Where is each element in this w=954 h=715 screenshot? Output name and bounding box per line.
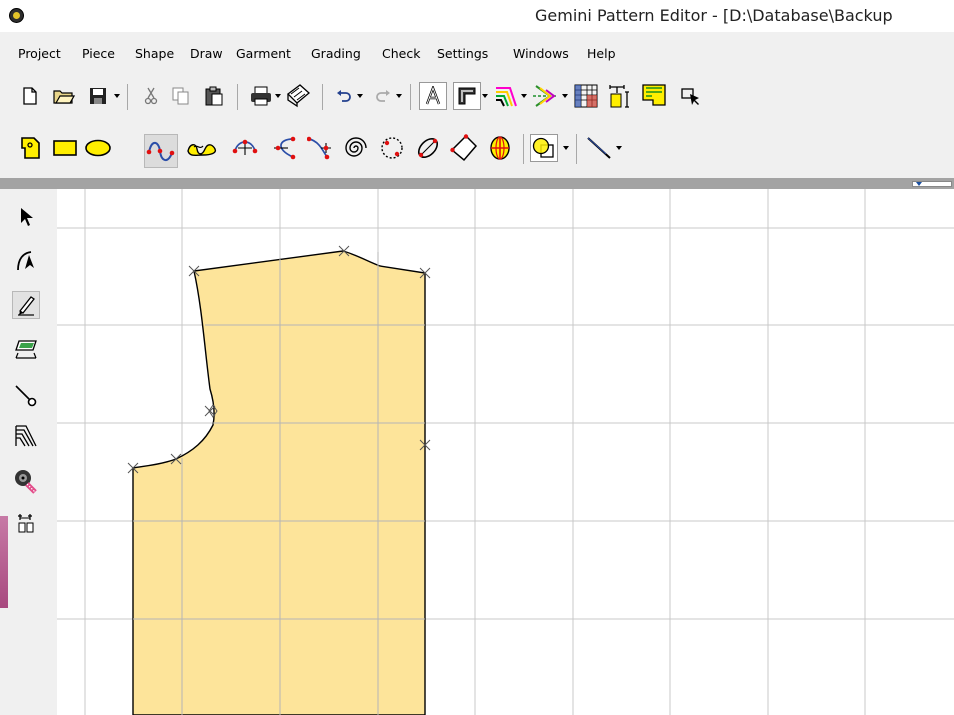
- menu-garment[interactable]: Garment: [236, 46, 291, 61]
- line-tool-icon[interactable]: [586, 134, 614, 162]
- line-dropdown-arrow[interactable]: [614, 134, 624, 162]
- toolbar-separator: [322, 84, 323, 110]
- piece-icon[interactable]: [640, 82, 668, 110]
- background-fragment: [0, 516, 8, 608]
- grading-icon[interactable]: [12, 422, 40, 450]
- tape-measure-icon[interactable]: [12, 467, 40, 495]
- menu-project[interactable]: Project: [18, 46, 61, 61]
- shape-combine-icon[interactable]: [530, 134, 558, 162]
- menu-piece[interactable]: Piece: [82, 46, 115, 61]
- view-strip: [0, 178, 954, 189]
- new-icon[interactable]: [16, 82, 44, 110]
- title-bar: Gemini Pattern Editor - [D:\Database\Bac…: [0, 0, 954, 32]
- menu-help[interactable]: Help: [587, 46, 616, 61]
- cut-icon[interactable]: [137, 82, 165, 110]
- oval-icon[interactable]: [414, 134, 442, 162]
- menu-draw[interactable]: Draw: [190, 46, 223, 61]
- strip-dropdown[interactable]: [912, 181, 952, 187]
- measure-icon[interactable]: [606, 82, 634, 110]
- select-arrow-icon[interactable]: [12, 203, 40, 231]
- ellipse-icon[interactable]: [84, 134, 112, 162]
- toolbar-separator: [410, 84, 411, 110]
- dimension-icon[interactable]: [12, 509, 40, 537]
- fold-icon[interactable]: [531, 82, 559, 110]
- plot-icon[interactable]: [284, 81, 312, 109]
- undo-dropdown-arrow[interactable]: [355, 82, 365, 110]
- pin-icon[interactable]: [12, 381, 40, 409]
- menu-grading[interactable]: Grading: [311, 46, 361, 61]
- toolbar-separator: [237, 84, 238, 110]
- drawing-canvas[interactable]: [57, 189, 954, 715]
- print-icon[interactable]: [247, 82, 275, 110]
- copy-icon[interactable]: [167, 82, 195, 110]
- corner-dropdown-arrow[interactable]: [480, 82, 490, 110]
- redo-icon[interactable]: [369, 82, 397, 110]
- pencil-icon[interactable]: [12, 291, 40, 319]
- point-curve-icon[interactable]: [231, 134, 259, 162]
- toolbar-separator: [576, 134, 577, 164]
- dotted-circle-icon[interactable]: [378, 134, 406, 162]
- open-folder-icon[interactable]: [50, 82, 78, 110]
- save-dropdown-arrow[interactable]: [112, 82, 122, 110]
- redo-dropdown-arrow[interactable]: [394, 82, 404, 110]
- bend-arrow-icon[interactable]: [12, 246, 40, 274]
- menu-check[interactable]: Check: [382, 46, 420, 61]
- toolbar-separator: [523, 134, 524, 164]
- curve-icon[interactable]: [144, 134, 178, 168]
- pattern-drawing: [57, 189, 954, 715]
- paste-icon[interactable]: [200, 82, 228, 110]
- shape-toolbar: [0, 128, 954, 168]
- corner-icon[interactable]: [453, 82, 481, 110]
- save-icon[interactable]: [84, 82, 112, 110]
- select-arrow-icon[interactable]: [676, 82, 704, 110]
- menu-shape[interactable]: Shape: [135, 46, 174, 61]
- menu-settings[interactable]: Settings: [437, 46, 488, 61]
- bezier-icon[interactable]: [306, 134, 334, 162]
- main-toolbar: [0, 78, 954, 114]
- menu-bar: Project Piece Shape Draw Garment Grading…: [0, 40, 954, 70]
- print-dropdown-arrow[interactable]: [273, 82, 283, 110]
- fold-dropdown-arrow[interactable]: [560, 82, 570, 110]
- freehand-icon[interactable]: [185, 134, 219, 162]
- rectangle-icon[interactable]: [51, 134, 79, 162]
- spreadsheet-icon[interactable]: [572, 82, 600, 110]
- grade-lines-icon[interactable]: [492, 82, 520, 110]
- text-style-icon[interactable]: [419, 82, 447, 110]
- toolbar-separator: [127, 84, 128, 110]
- undo-icon[interactable]: [330, 82, 358, 110]
- arc-icon[interactable]: [270, 134, 298, 162]
- piece-shape-icon[interactable]: [16, 134, 44, 162]
- side-toolbar: [0, 189, 57, 715]
- spiral-icon[interactable]: [342, 134, 370, 162]
- pattern-piece[interactable]: [132, 250, 426, 715]
- app-logo-icon[interactable]: [9, 8, 24, 23]
- sphere-icon[interactable]: [486, 134, 514, 162]
- diamond-icon[interactable]: [450, 134, 478, 162]
- combine-dropdown-arrow[interactable]: [561, 134, 571, 162]
- window-title: Gemini Pattern Editor - [D:\Database\Bac…: [535, 6, 893, 25]
- menu-windows[interactable]: Windows: [513, 46, 569, 61]
- grade-dropdown-arrow[interactable]: [519, 82, 529, 110]
- piece-transform-icon[interactable]: [12, 336, 40, 364]
